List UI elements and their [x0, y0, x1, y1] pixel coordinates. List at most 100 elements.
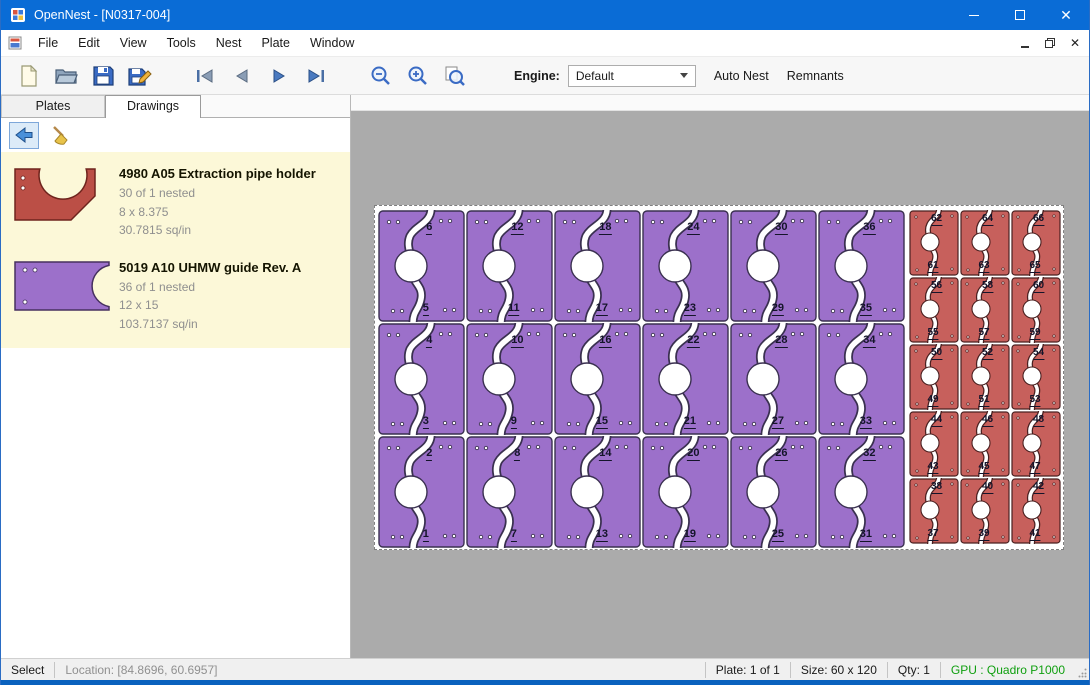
- nested-part-pair[interactable]: 6059: [1011, 277, 1061, 343]
- nested-part-pair[interactable]: 2019: [642, 436, 729, 548]
- blue-arrow-left-icon: [13, 126, 35, 144]
- app-icon: [10, 7, 26, 23]
- part-number-top: 38: [931, 482, 942, 494]
- nested-part-pair[interactable]: 1413: [554, 436, 641, 548]
- remnants-button[interactable]: Remnants: [787, 69, 844, 83]
- zoom-out-button[interactable]: [365, 60, 397, 92]
- next-plate-button[interactable]: [263, 60, 295, 92]
- apply-drawing-button[interactable]: [9, 122, 39, 149]
- nested-part-pair[interactable]: 4847: [1011, 411, 1061, 477]
- menu-nest[interactable]: Nest: [206, 32, 252, 54]
- part-number-top: 22: [687, 335, 699, 348]
- nested-part-pair[interactable]: 1615: [554, 323, 641, 435]
- part-number-bottom: 21: [684, 416, 696, 429]
- mdi-close-button[interactable]: ✕: [1064, 33, 1086, 53]
- first-plate-button[interactable]: [189, 60, 221, 92]
- new-button[interactable]: [13, 60, 45, 92]
- plate[interactable]: 6512111817242330293635431091615222128273…: [374, 205, 1064, 550]
- nested-part-pair[interactable]: 3029: [730, 210, 817, 322]
- part-number-bottom: 45: [978, 462, 989, 474]
- broom-icon: [50, 125, 70, 145]
- drawing-name: 5019 A10 UHMW guide Rev. A: [119, 260, 342, 275]
- clear-drawings-button[interactable]: [45, 122, 75, 149]
- nested-part-pair[interactable]: 36 35: [818, 210, 905, 322]
- nested-part-pair[interactable]: 6261: [909, 210, 959, 276]
- mdi-minimize-button[interactable]: [1014, 33, 1036, 53]
- mdi-restore-button[interactable]: [1039, 33, 1061, 53]
- nested-part-pair[interactable]: 3837: [909, 478, 959, 544]
- drawing-size: 12 x 15: [119, 296, 342, 315]
- menu-window[interactable]: Window: [300, 32, 364, 54]
- tab-drawings[interactable]: Drawings: [105, 95, 201, 118]
- nested-part-pair[interactable]: 5655: [909, 277, 959, 343]
- zoom-fit-button[interactable]: [439, 60, 471, 92]
- part-number-bottom: 35: [860, 303, 872, 316]
- status-plate: Plate: 1 of 1: [706, 663, 790, 677]
- part-number-bottom: 5: [423, 303, 429, 316]
- nested-part-pair[interactable]: 65: [378, 210, 465, 322]
- menu-tools[interactable]: Tools: [157, 32, 206, 54]
- close-button[interactable]: ✕: [1043, 0, 1089, 30]
- nested-part-pair[interactable]: 4039: [960, 478, 1010, 544]
- nest-canvas[interactable]: 6512111817242330293635431091615222128273…: [351, 95, 1089, 658]
- maximize-button[interactable]: [997, 0, 1043, 30]
- part-shape-purple: [466, 323, 553, 435]
- menu-file[interactable]: File: [28, 32, 68, 54]
- nested-part-pair[interactable]: 5251: [960, 344, 1010, 410]
- nested-part-pair[interactable]: 6463: [960, 210, 1010, 276]
- menu-edit[interactable]: Edit: [68, 32, 110, 54]
- nested-part-pair[interactable]: 22 21: [642, 323, 729, 435]
- drawing-name: 4980 A05 Extraction pipe holder: [119, 166, 342, 181]
- menu-plate[interactable]: Plate: [251, 32, 300, 54]
- minimize-button[interactable]: [951, 0, 997, 30]
- nested-part-pair[interactable]: 2423: [642, 210, 729, 322]
- nested-part-pair[interactable]: 5453: [1011, 344, 1061, 410]
- menu-view[interactable]: View: [110, 32, 157, 54]
- nested-part-pair[interactable]: 5857: [960, 277, 1010, 343]
- nested-part-pair[interactable]: 6665: [1011, 210, 1061, 276]
- part-number-top: 60: [1033, 281, 1044, 293]
- mdi-restore-icon: [1045, 38, 1055, 48]
- tab-plates[interactable]: Plates: [1, 95, 105, 117]
- nested-part-pair[interactable]: 3433: [818, 323, 905, 435]
- part-number-bottom: 41: [1029, 529, 1040, 541]
- auto-nest-button[interactable]: Auto Nest: [714, 69, 769, 83]
- drawing-list-item[interactable]: 5019 A10 UHMW guide Rev. A 36 of 1 neste…: [1, 250, 350, 344]
- part-number-top: 30: [775, 222, 787, 235]
- nested-part-pair[interactable]: 2625: [730, 436, 817, 548]
- previous-plate-button[interactable]: [226, 60, 258, 92]
- nested-part-pair[interactable]: 4241: [1011, 478, 1061, 544]
- part-number-top: 8: [514, 448, 520, 461]
- nested-part-pair[interactable]: 1817: [554, 210, 641, 322]
- part-number-bottom: 47: [1029, 462, 1040, 474]
- part-number-top: 12: [511, 222, 523, 235]
- nested-part-pair[interactable]: 5049: [909, 344, 959, 410]
- part-number-bottom: 17: [596, 303, 608, 316]
- engine-select[interactable]: Default: [568, 65, 696, 87]
- save-button[interactable]: [87, 60, 119, 92]
- nested-part-pair[interactable]: 12 11: [466, 210, 553, 322]
- part-number-bottom: 11: [508, 303, 520, 316]
- nested-part-pair[interactable]: 3231: [818, 436, 905, 548]
- part-number-top: 36: [863, 222, 875, 235]
- red-grid: 626164636665 565558576059 504952515453 4443…: [909, 210, 1061, 544]
- nested-part-pair[interactable]: 43: [378, 323, 465, 435]
- resize-grip[interactable]: [1075, 659, 1089, 680]
- drawing-list-item[interactable]: 4980 A05 Extraction pipe holder 30 of 1 …: [1, 156, 350, 250]
- part-number-bottom: 19: [684, 529, 696, 542]
- nested-part-pair[interactable]: 21: [378, 436, 465, 548]
- nested-part-pair[interactable]: 4443: [909, 411, 959, 477]
- last-plate-button[interactable]: [300, 60, 332, 92]
- open-button[interactable]: [50, 60, 82, 92]
- canvas-area[interactable]: 6512111817242330293635431091615222128273…: [351, 111, 1089, 658]
- nested-part-pair[interactable]: 87: [466, 436, 553, 548]
- save-as-button[interactable]: [124, 60, 156, 92]
- save-as-icon: [128, 65, 152, 87]
- part-number-bottom: 23: [684, 303, 696, 316]
- nested-part-pair[interactable]: 4645: [960, 411, 1010, 477]
- nested-part-pair[interactable]: 109: [466, 323, 553, 435]
- chevron-down-icon: [680, 73, 688, 78]
- zoom-in-button[interactable]: [402, 60, 434, 92]
- nested-part-pair[interactable]: 2827: [730, 323, 817, 435]
- part-number-top: 2: [426, 448, 432, 461]
